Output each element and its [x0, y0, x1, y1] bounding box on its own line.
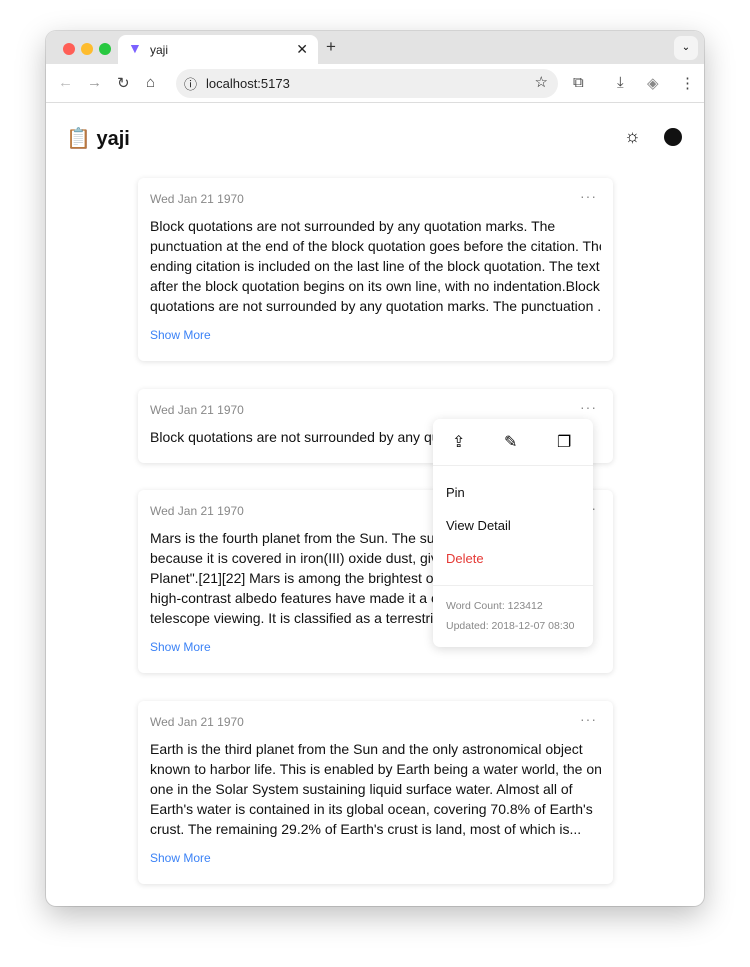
more-options-icon[interactable]: ···: [580, 188, 597, 204]
github-icon[interactable]: [664, 128, 682, 146]
show-more-link[interactable]: Show More: [150, 328, 601, 342]
updated-time: Updated: 2018-12-07 08:30: [446, 620, 575, 632]
note-body: Block quotations are not surrounded by a…: [150, 216, 601, 316]
line: crust. The remaining 29.2% of Earth's cr…: [150, 821, 582, 837]
line: Block quotations are not surrounded by a…: [150, 218, 556, 234]
app-content: 📋 yaji ☼ Wed Jan 21 1970 ··· Block quota…: [46, 104, 704, 906]
show-more-link[interactable]: Show More: [150, 851, 601, 865]
line: after the block quotation begins on its …: [150, 278, 600, 294]
minimize-window-button[interactable]: [81, 43, 93, 55]
note-options-menu: ⇪ ✎ ❐ Pin View Detail Delete Word Count:…: [433, 419, 593, 647]
tab-bar: ▼ yaji ✕ + ⌄: [46, 31, 704, 64]
profile-avatar[interactable]: ◈: [647, 74, 659, 92]
menu-icon-row: ⇪ ✎ ❐: [433, 419, 593, 466]
copy-icon[interactable]: ❐: [557, 432, 571, 452]
app-title: yaji: [96, 128, 130, 150]
menu-item-view-detail[interactable]: View Detail: [433, 509, 593, 542]
share-icon[interactable]: ⇪: [452, 432, 465, 452]
vite-icon: ▼: [128, 40, 142, 56]
edit-icon[interactable]: ✎: [504, 432, 517, 452]
theme-toggle-sun-icon[interactable]: ☼: [624, 126, 641, 147]
line: known to harbor life. This is enabled by…: [150, 761, 601, 777]
menu-kebab-icon[interactable]: ⋮: [680, 74, 695, 92]
note-date: Wed Jan 21 1970: [150, 192, 244, 206]
note-card: Wed Jan 21 1970 ··· Block quotations are…: [138, 178, 613, 361]
note-info: Word Count: 123412 Updated: 2018-12-07 0…: [433, 585, 593, 646]
line: quotations are not surrounded by any quo…: [150, 298, 601, 314]
tab-title: yaji: [150, 43, 169, 57]
reload-icon[interactable]: ↻: [117, 74, 130, 92]
menu-item-pin[interactable]: Pin: [433, 476, 593, 509]
download-icon[interactable]: ⤓: [617, 74, 624, 91]
browser-tab[interactable]: ▼ yaji ✕: [118, 35, 318, 64]
line: punctuation at the end of the block quot…: [150, 238, 601, 254]
note-card: Wed Jan 21 1970 ··· Earth is the third p…: [138, 701, 613, 884]
browser-window: ▼ yaji ✕ + ⌄ ← → ↻ ⌂ ⓘ localhost:5173 ☆ …: [46, 31, 704, 906]
note-date: Wed Jan 21 1970: [150, 715, 244, 729]
line: ending citation is included on the last …: [150, 258, 600, 274]
close-tab-icon[interactable]: ✕: [296, 41, 308, 58]
line: one in the Solar System sustaining liqui…: [150, 781, 573, 797]
word-count: Word Count: 123412: [446, 600, 543, 612]
info-icon[interactable]: ⓘ: [184, 74, 197, 93]
browser-toolbar: ← → ↻ ⌂ ⓘ localhost:5173 ☆ ⧉ ⤓ ◈ ⋮: [46, 64, 704, 103]
line: Earth's water is contained in its global…: [150, 801, 593, 817]
back-icon[interactable]: ←: [58, 74, 73, 91]
url-text: localhost:5173: [206, 76, 290, 91]
close-window-button[interactable]: [63, 43, 75, 55]
line: Earth is the third planet from the Sun a…: [150, 741, 583, 757]
bookmark-star-icon[interactable]: ☆: [535, 73, 548, 91]
note-date: Wed Jan 21 1970: [150, 403, 244, 417]
home-icon[interactable]: ⌂: [146, 74, 155, 91]
address-bar[interactable]: ⓘ localhost:5173 ☆: [176, 69, 558, 98]
note-body: Earth is the third planet from the Sun a…: [150, 739, 601, 839]
extensions-icon[interactable]: ⧉: [573, 74, 584, 91]
forward-icon[interactable]: →: [87, 74, 102, 91]
tab-search-button[interactable]: ⌄: [674, 36, 698, 60]
clipboard-icon: 📋: [66, 128, 91, 150]
more-options-icon[interactable]: ···: [580, 711, 597, 727]
more-options-icon[interactable]: ···: [580, 399, 597, 415]
new-tab-button[interactable]: +: [326, 37, 336, 57]
menu-item-delete[interactable]: Delete: [433, 542, 593, 575]
app-logo[interactable]: 📋 yaji: [66, 126, 130, 151]
maximize-window-button[interactable]: [99, 43, 111, 55]
